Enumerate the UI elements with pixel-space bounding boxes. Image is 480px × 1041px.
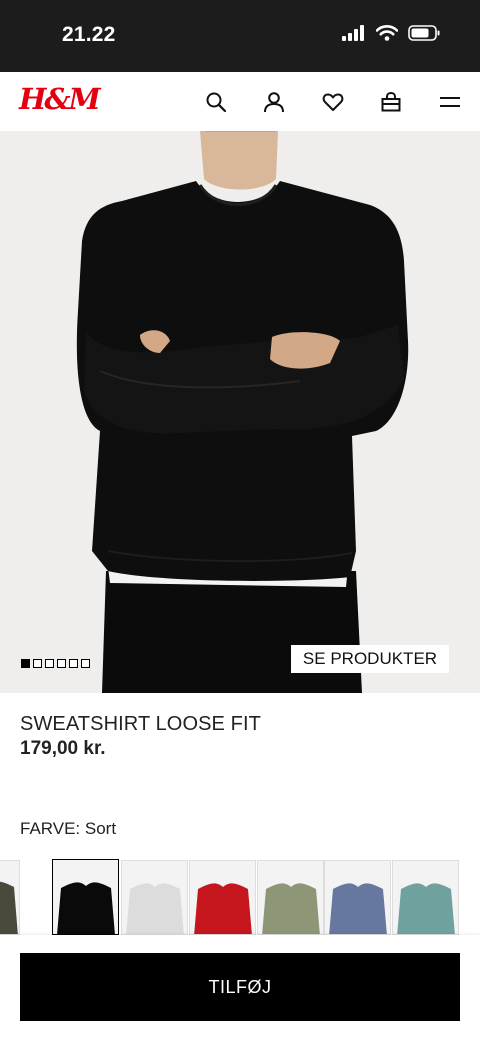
- status-bar: 21.22: [0, 0, 480, 72]
- status-icons: [342, 25, 440, 46]
- product-name: SWEATSHIRT LOOSE FIT: [20, 713, 261, 735]
- status-time: 21.22: [62, 23, 116, 46]
- color-swatch-teal[interactable]: [392, 860, 459, 935]
- battery-icon: [408, 25, 440, 46]
- hm-logo[interactable]: H&M: [19, 82, 101, 116]
- carousel-dot[interactable]: [45, 659, 54, 668]
- wifi-icon: [375, 25, 399, 46]
- product-price: 179,00 kr.: [20, 738, 106, 759]
- site-header: H&M: [0, 72, 480, 131]
- sticky-action-bar: TILFØJ: [0, 935, 480, 1041]
- color-swatch-blue[interactable]: [324, 860, 391, 935]
- cellular-signal-icon: [342, 25, 366, 46]
- product-photo: [76, 131, 409, 693]
- carousel-indicator: [21, 659, 90, 668]
- color-swatch-red[interactable]: [189, 860, 256, 935]
- account-icon[interactable]: [261, 89, 287, 115]
- carousel-dot[interactable]: [57, 659, 66, 668]
- color-swatch-olive[interactable]: [0, 860, 20, 935]
- product-image-carousel[interactable]: SE PRODUKTER: [0, 131, 480, 693]
- color-swatch-light-grey[interactable]: [121, 860, 188, 935]
- color-swatch-sage[interactable]: [257, 860, 324, 935]
- color-swatch-list: [0, 859, 480, 935]
- carousel-dot[interactable]: [33, 659, 42, 668]
- add-to-bag-button[interactable]: TILFØJ: [20, 953, 460, 1021]
- carousel-dot[interactable]: [69, 659, 78, 668]
- menu-icon[interactable]: [437, 89, 463, 115]
- search-icon[interactable]: [203, 89, 229, 115]
- color-swatch-black[interactable]: [52, 859, 119, 935]
- carousel-dot[interactable]: [81, 659, 90, 668]
- see-products-button[interactable]: SE PRODUKTER: [291, 645, 449, 673]
- color-label: FARVE: Sort: [20, 819, 117, 838]
- favorites-icon[interactable]: [320, 89, 346, 115]
- bag-icon[interactable]: [378, 89, 404, 115]
- carousel-dot[interactable]: [21, 659, 30, 668]
